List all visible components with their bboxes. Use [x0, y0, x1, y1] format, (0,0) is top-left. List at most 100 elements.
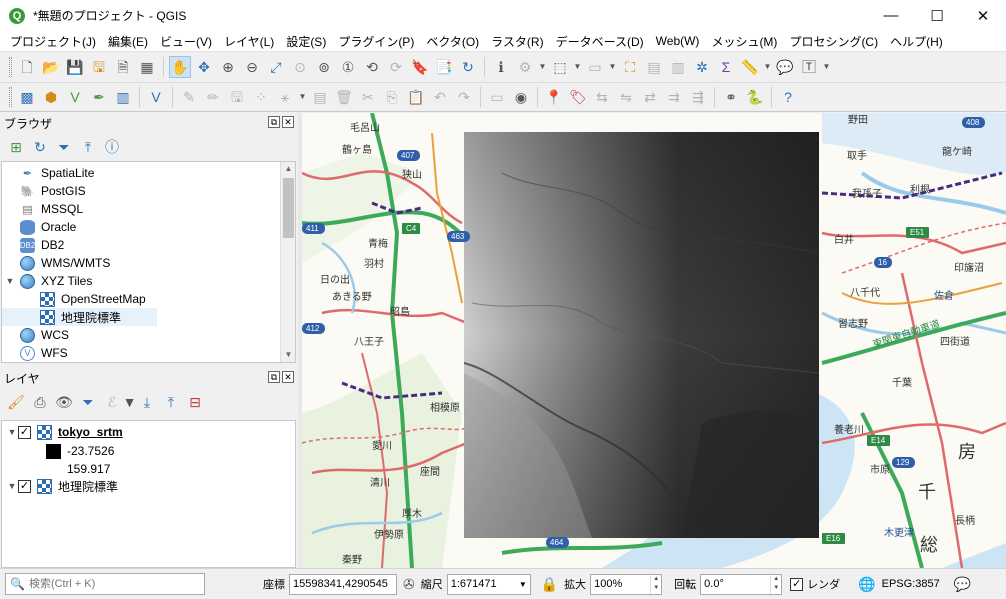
delete-selected-icon[interactable]: 🗑: [333, 86, 355, 108]
float-panel-icon[interactable]: ⧉: [268, 116, 280, 128]
chevron-down-icon[interactable]: ▼: [4, 276, 16, 286]
pan-to-selection-icon[interactable]: ✥: [193, 56, 215, 78]
menu-project[interactable]: プロジェクト(J): [4, 33, 102, 50]
identify-icon[interactable]: ℹ: [490, 56, 512, 78]
copy-features-icon[interactable]: ⎘: [381, 86, 403, 108]
current-edits-icon[interactable]: ✎: [178, 86, 200, 108]
menu-help[interactable]: ヘルプ(H): [884, 33, 949, 50]
pin-labels-icon[interactable]: 📍: [543, 86, 565, 108]
magnifier-spinner[interactable]: ▲ ▼: [650, 574, 661, 594]
save-as-icon[interactable]: 🖫: [88, 56, 110, 78]
label-properties-icon[interactable]: ⇶: [687, 86, 709, 108]
browser-item-db2[interactable]: DB2 DB2: [16, 236, 64, 254]
refresh-icon[interactable]: ↻: [457, 56, 479, 78]
close-panel-icon[interactable]: ✕: [282, 371, 294, 383]
browser-item-wcs[interactable]: WCS: [16, 326, 69, 344]
browser-item-wfs[interactable]: V WFS: [16, 344, 68, 362]
toggle-editing-icon[interactable]: ✏: [202, 86, 224, 108]
collapse-all-icon[interactable]: ⤒: [160, 391, 182, 413]
browser-item-mssql[interactable]: ▤ MSSQL: [16, 200, 83, 218]
move-diagram-icon[interactable]: ⇉: [663, 86, 685, 108]
zoom-to-layer-icon[interactable]: ⊚: [313, 56, 335, 78]
redo-icon[interactable]: ↷: [453, 86, 475, 108]
add-layer-icon[interactable]: ⊞: [5, 136, 27, 158]
zoom-out-icon[interactable]: ⊖: [241, 56, 263, 78]
render-checkbox[interactable]: ✓: [790, 577, 804, 591]
browser-item-xyz-tiles[interactable]: ▼ XYZ Tiles: [4, 272, 92, 290]
browser-item-postgis[interactable]: 🐘 PostGIS: [16, 182, 86, 200]
crs-globe-icon[interactable]: 🌐: [858, 576, 875, 593]
layer-visibility-checkbox[interactable]: ✓: [18, 479, 31, 493]
add-raster-layer-icon[interactable]: ✒: [88, 86, 110, 108]
toolbar-grip[interactable]: [9, 87, 12, 107]
undo-icon[interactable]: ↶: [429, 86, 451, 108]
add-mesh-layer-icon[interactable]: ▥: [112, 86, 134, 108]
data-source-manager-icon[interactable]: ▩: [16, 86, 38, 108]
layers-tree[interactable]: ▼ ✓ tokyo_srtm -23.7526 159.917 ▼ ✓ 地理院標…: [1, 420, 296, 568]
locator-search[interactable]: 🔍: [5, 573, 205, 595]
processing-toolbox-icon[interactable]: ✲: [691, 56, 713, 78]
menu-raster[interactable]: ラスタ(R): [485, 33, 549, 50]
map-canvas[interactable]: 毛呂山 鶴ヶ島 狭山 青梅 羽村 日の出 あきる野 昭島 八王子 相模原 愛川 座間 清川 厚木 伊勢原 秦野…: [302, 113, 1006, 568]
save-project-icon[interactable]: 💾: [64, 56, 86, 78]
menu-layer[interactable]: レイヤ(L): [218, 33, 280, 50]
lock-icon[interactable]: 🔒: [541, 576, 558, 593]
chevron-down-icon[interactable]: ▼: [538, 56, 547, 78]
select-by-expression-icon[interactable]: ⛶: [619, 56, 641, 78]
scroll-down-icon[interactable]: ▼: [281, 348, 295, 362]
chevron-down-icon[interactable]: ▼: [763, 56, 772, 78]
browser-item-wms[interactable]: WMS/WMTS: [16, 254, 110, 272]
measure-icon[interactable]: 📏: [739, 56, 761, 78]
menu-view[interactable]: ビュー(V): [154, 33, 218, 50]
map-tips-icon[interactable]: 💬: [774, 56, 796, 78]
manage-visibility-icon[interactable]: 👁: [53, 391, 75, 413]
help-icon[interactable]: ?: [777, 86, 799, 108]
remove-layer-icon[interactable]: ⊟: [184, 391, 206, 413]
add-delimited-text-icon[interactable]: V: [145, 86, 167, 108]
zoom-native-icon[interactable]: ①: [337, 56, 359, 78]
python-console-icon[interactable]: 🐍: [744, 86, 766, 108]
open-project-icon[interactable]: 📂: [40, 56, 62, 78]
layer-labeling-icon[interactable]: ◉: [510, 86, 532, 108]
cut-features-icon[interactable]: ✂: [357, 86, 379, 108]
browser-tree[interactable]: ✒ SpatiaLite 🐘 PostGIS ▤ MSSQL Oracle DB…: [1, 161, 296, 363]
chevron-down-icon[interactable]: ▼: [6, 481, 18, 491]
chevron-down-icon[interactable]: ▼: [519, 580, 530, 589]
paste-features-icon[interactable]: 📋: [405, 86, 427, 108]
chevron-down-icon[interactable]: ▼: [822, 56, 831, 78]
rotate-label-icon[interactable]: ⇋: [615, 86, 637, 108]
zoom-last-icon[interactable]: ⟲: [361, 56, 383, 78]
map-svg[interactable]: 毛呂山鶴ヶ島狭山青梅羽村日の出あきる野昭島八王子相模原愛川座間清川厚木伊勢原秦野…: [302, 113, 1006, 568]
run-action-icon[interactable]: ⚙: [514, 56, 536, 78]
show-bookmarks-icon[interactable]: 📑: [433, 56, 455, 78]
new-geopackage-icon[interactable]: ⬢: [40, 86, 62, 108]
rotation-field[interactable]: 0.0° ▲ ▼: [700, 573, 783, 595]
minimize-button[interactable]: —: [868, 0, 914, 31]
messages-icon[interactable]: 💬: [954, 576, 971, 593]
filter-expression-icon[interactable]: ℰ: [101, 391, 123, 413]
label-toolbar-icon[interactable]: ▭: [486, 86, 508, 108]
filter-legend-icon[interactable]: ⏷: [77, 391, 99, 413]
vertex-tool-icon[interactable]: ⚹: [274, 86, 296, 108]
menu-edit[interactable]: 編集(E): [102, 33, 154, 50]
add-group-icon[interactable]: ⎙: [29, 391, 51, 413]
style-brush-icon[interactable]: 🖌: [5, 391, 27, 413]
chevron-down-icon[interactable]: ▼: [6, 427, 18, 437]
layer-row-tokyo-srtm[interactable]: ▼ ✓ tokyo_srtm: [6, 423, 123, 441]
menu-plugins[interactable]: プラグイン(P): [332, 33, 420, 50]
style-manager-icon[interactable]: ▦: [136, 56, 158, 78]
chevron-down-icon[interactable]: ▼: [298, 86, 307, 108]
zoom-in-icon[interactable]: ⊕: [217, 56, 239, 78]
close-panel-icon[interactable]: ✕: [282, 116, 294, 128]
browser-item-oracle[interactable]: Oracle: [16, 218, 76, 236]
show-hide-labels-icon[interactable]: 🏷: [567, 86, 589, 108]
change-label-icon[interactable]: ⇄: [639, 86, 661, 108]
mouse-coordinate-icon[interactable]: ✇: [403, 576, 415, 593]
zoom-to-selection-icon[interactable]: ⊙: [289, 56, 311, 78]
menu-mesh[interactable]: メッシュ(M): [705, 33, 783, 50]
menu-database[interactable]: データベース(D): [550, 33, 650, 50]
refresh-icon[interactable]: ↻: [29, 136, 51, 158]
chevron-down-icon[interactable]: ▼: [573, 56, 582, 78]
menu-web[interactable]: Web(W): [650, 34, 706, 48]
browser-item-spatialite[interactable]: ✒ SpatiaLite: [16, 164, 94, 182]
